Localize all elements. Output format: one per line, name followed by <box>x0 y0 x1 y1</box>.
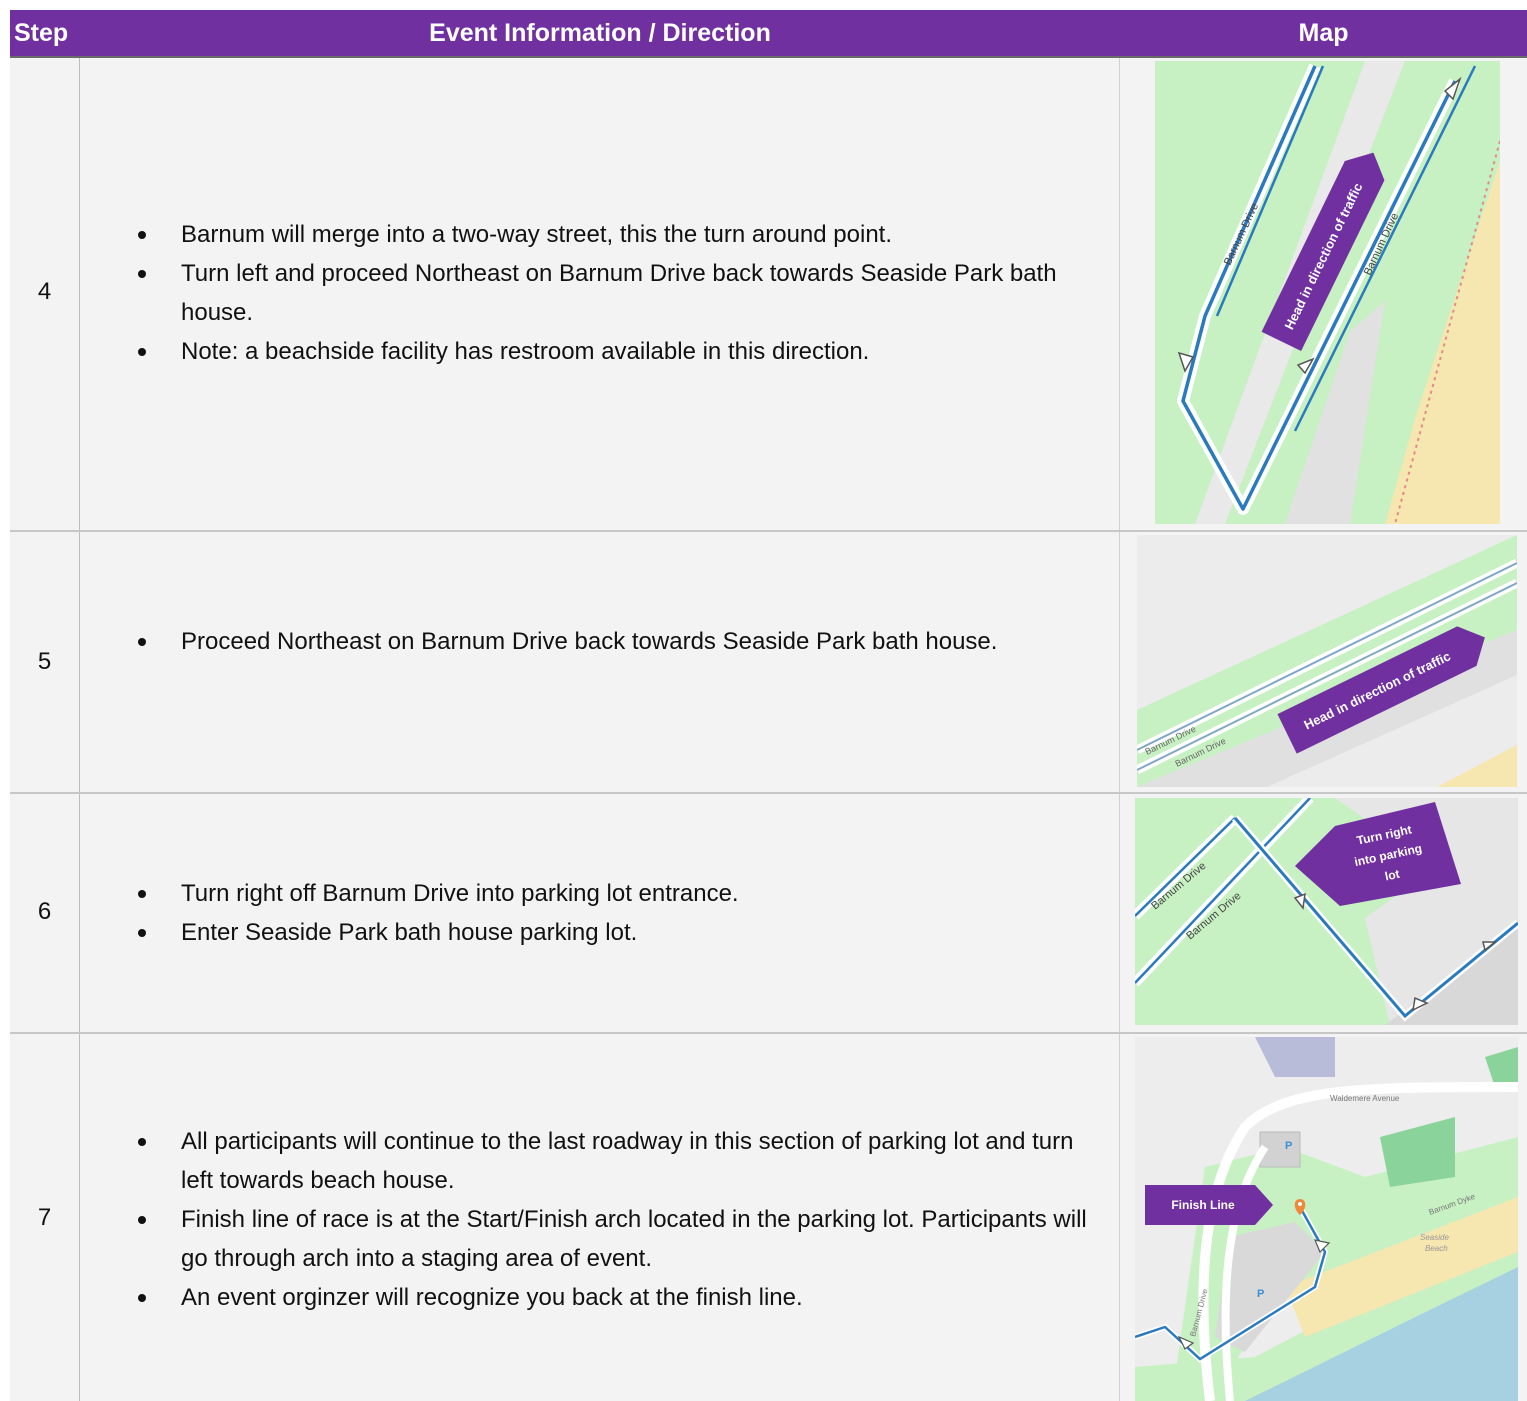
parking-icon: P <box>1257 1288 1264 1300</box>
column-divider <box>79 532 80 792</box>
route-map-step-5: Barnum Drive Barnum Drive Head in direct… <box>1137 535 1517 787</box>
map-label: Seaside <box>1420 1233 1449 1242</box>
header-map: Map <box>1298 19 1349 47</box>
callout-text: Finish Line <box>1171 1198 1235 1212</box>
step-number: 4 <box>37 278 52 305</box>
direction-item: Note: a beachside facility has restroom … <box>130 332 1090 371</box>
table-row-step-7: 7 All participants will continue to the … <box>10 1034 1527 1401</box>
direction-list: Proceed Northeast on Barnum Drive back t… <box>130 622 1090 661</box>
direction-item: Turn right off Barnum Drive into parking… <box>130 874 1090 913</box>
column-divider <box>79 58 80 530</box>
step-number: 7 <box>37 1204 52 1231</box>
header-step: Step <box>14 19 69 47</box>
column-divider <box>1119 58 1120 530</box>
direction-item: An event orginzer will recognize you bac… <box>130 1278 1090 1317</box>
direction-item: Finish line of race is at the Start/Fini… <box>130 1200 1090 1278</box>
direction-list: All participants will continue to the la… <box>130 1122 1090 1317</box>
step-number: 5 <box>37 648 52 675</box>
road-label: Waldemere Avenue <box>1330 1094 1400 1103</box>
table-header: Step Event Information / Direction Map <box>10 10 1527 56</box>
direction-item: Proceed Northeast on Barnum Drive back t… <box>130 622 1090 661</box>
header-event-information: Event Information / Direction <box>429 19 771 47</box>
finish-line-callout: Finish Line <box>1145 1185 1273 1225</box>
route-map-step-6: Barnum Drive Barnum Drive Turn right int… <box>1135 798 1518 1025</box>
column-divider <box>1119 532 1120 792</box>
column-divider <box>79 794 80 1032</box>
step-number: 6 <box>37 898 52 925</box>
map-label: Beach <box>1425 1244 1448 1253</box>
direction-list: Barnum will merge into a two-way street,… <box>130 215 1090 371</box>
table-row-step-6: 6 Turn right off Barnum Drive into parki… <box>10 794 1527 1032</box>
column-divider <box>1119 794 1120 1032</box>
direction-item: Enter Seaside Park bath house parking lo… <box>130 913 1090 952</box>
parking-icon: P <box>1285 1140 1292 1152</box>
column-divider <box>1119 1034 1120 1401</box>
direction-item: Turn left and proceed Northeast on Barnu… <box>130 254 1090 332</box>
route-map-step-4: Barnum Drive Barnum Drive Head in direct… <box>1155 61 1500 524</box>
table-row-step-4: 4 Barnum will merge into a two-way stree… <box>10 58 1527 530</box>
column-divider <box>79 1034 80 1401</box>
callout-text-line: lot <box>1384 867 1401 884</box>
direction-list: Turn right off Barnum Drive into parking… <box>130 874 1090 952</box>
table-row-step-5: 5 Proceed Northeast on Barnum Drive back… <box>10 532 1527 792</box>
direction-item: Barnum will merge into a two-way street,… <box>130 215 1090 254</box>
route-map-step-7: Waldemere Avenue Barnum Dyke Barnum Driv… <box>1135 1037 1518 1401</box>
direction-item: All participants will continue to the la… <box>130 1122 1090 1200</box>
